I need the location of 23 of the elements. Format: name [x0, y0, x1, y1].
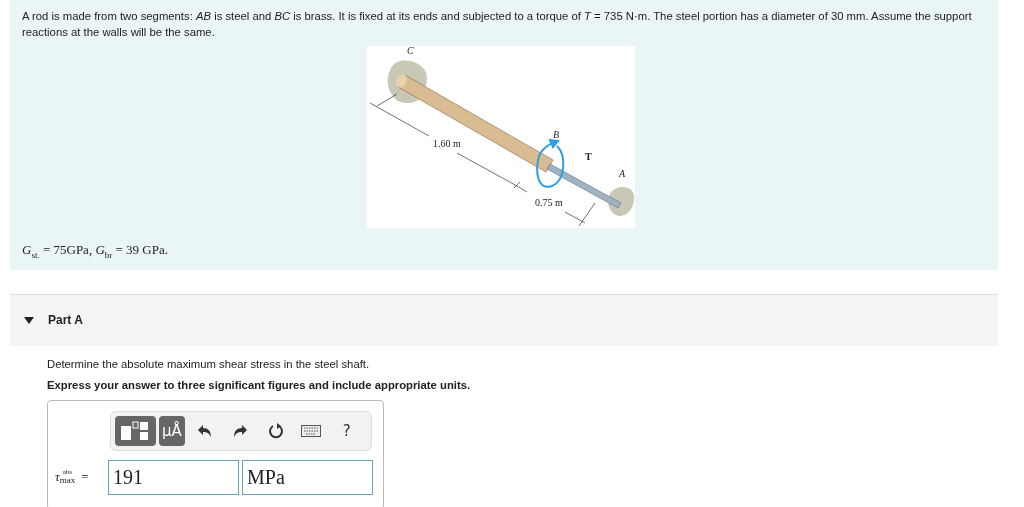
part-header[interactable]: Part A: [10, 293, 998, 346]
undo-icon: [197, 424, 212, 437]
units-button[interactable]: μÅ: [158, 415, 186, 446]
problem-statement: A rod is made from two segments: AB is steel and BC is brass. It is fixed at its ends and subjected to a torque of T = 735 N·m. The steel portion has a diameter of 30 mm. Assume the support reactions at the walls will be the same.: [22, 9, 973, 40]
units-field[interactable]: MPa: [242, 459, 373, 495]
redo-icon: [233, 424, 248, 437]
torque-arrow: [536, 138, 565, 188]
help-button[interactable]: ?: [330, 415, 364, 446]
figure-label: A: [619, 168, 626, 179]
figure-label: 1.60 m: [433, 138, 461, 149]
figure-label: T: [585, 151, 592, 162]
figure-label: 0.75 m: [535, 197, 563, 208]
keyboard-icon: [301, 424, 322, 437]
templates-button[interactable]: [115, 415, 156, 446]
figure-label: B: [553, 129, 560, 140]
part-title: Part A: [48, 313, 83, 328]
reset-icon: [267, 422, 284, 439]
caret-icon[interactable]: [24, 316, 34, 324]
value-field[interactable]: 191: [108, 459, 239, 495]
figure-label: C: [407, 46, 414, 56]
question-text: Determine the absolute maximum shear stress in the steel shaft.: [47, 357, 371, 370]
instruction-text: Express your answer to three significant figures and include appropriate units.: [47, 378, 472, 391]
moduli-text: G$_{st.}$ = 75GPa, G$_{br}$ = 39 GPa.: [22, 242, 169, 260]
